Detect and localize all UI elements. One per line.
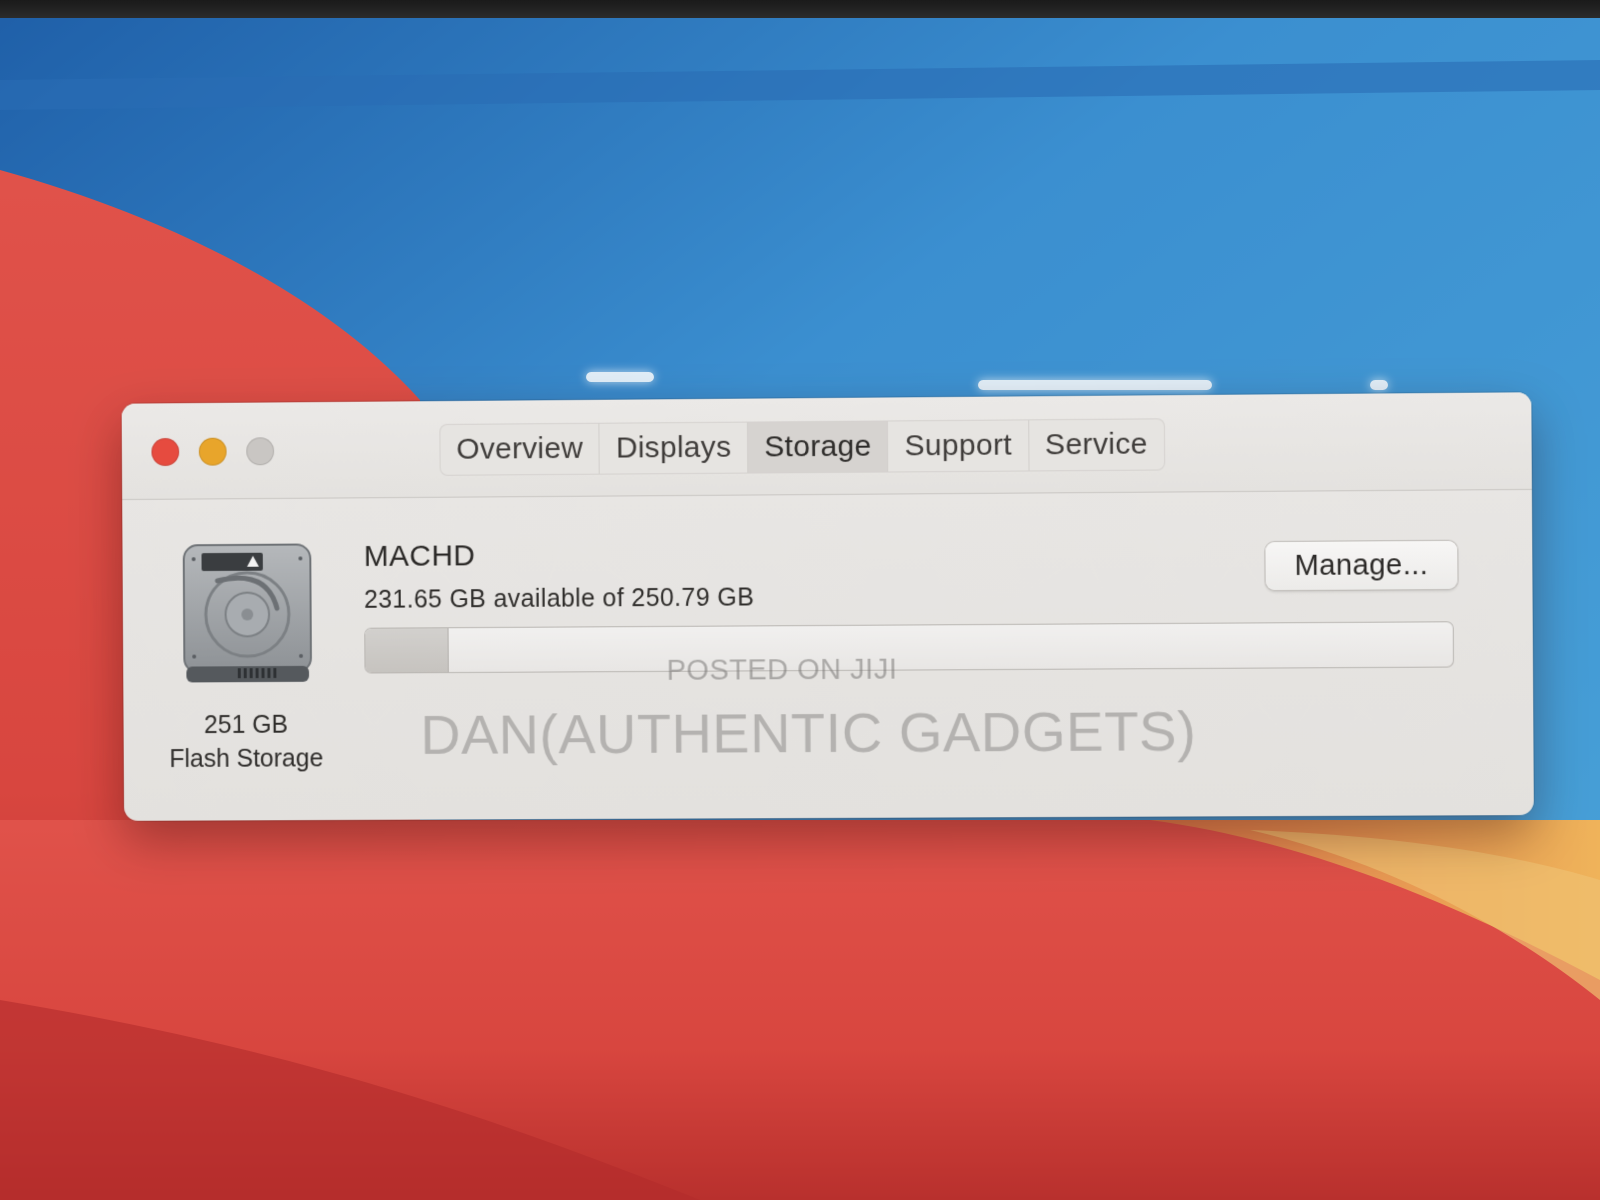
watermark-line1: POSTED ON JIJI (667, 654, 898, 688)
about-this-mac-window: Overview Displays Storage Support Servic… (122, 392, 1534, 821)
tab-support[interactable]: Support (888, 420, 1029, 471)
manage-button[interactable]: Manage... (1265, 541, 1457, 590)
screen-glare (1370, 380, 1388, 390)
watermark-line2: DAN(AUTHENTIC GADGETS) (420, 698, 1196, 767)
drive-caption: 251 GB Flash Storage (147, 707, 345, 776)
storage-panel: 251 GB Flash Storage MACHD 231.65 GB ava… (122, 490, 1534, 821)
minimize-window-button[interactable] (199, 438, 227, 466)
tab-service[interactable]: Service (1029, 419, 1164, 470)
screen-bezel (0, 0, 1600, 18)
volume-name: MACHD (364, 539, 476, 574)
close-window-button[interactable] (151, 438, 179, 466)
window-titlebar[interactable]: Overview Displays Storage Support Servic… (122, 392, 1532, 500)
tab-storage[interactable]: Storage (748, 421, 888, 472)
storage-usage-fill (365, 628, 448, 672)
storage-usage-bar (364, 621, 1454, 673)
desktop-screen: Overview Displays Storage Support Servic… (0, 0, 1600, 1200)
screen-glare (978, 380, 1212, 390)
tab-displays[interactable]: Displays (600, 423, 749, 474)
drive-type-label: Flash Storage (147, 741, 345, 776)
hard-drive-icon (178, 538, 317, 688)
screen-glare (586, 372, 654, 382)
volume-available-text: 231.65 GB available of 250.79 GB (364, 583, 754, 614)
drive-capacity-label: 251 GB (147, 707, 345, 742)
zoom-window-button[interactable] (246, 437, 274, 465)
tab-bar: Overview Displays Storage Support Servic… (440, 419, 1164, 475)
tab-overview[interactable]: Overview (440, 424, 600, 475)
